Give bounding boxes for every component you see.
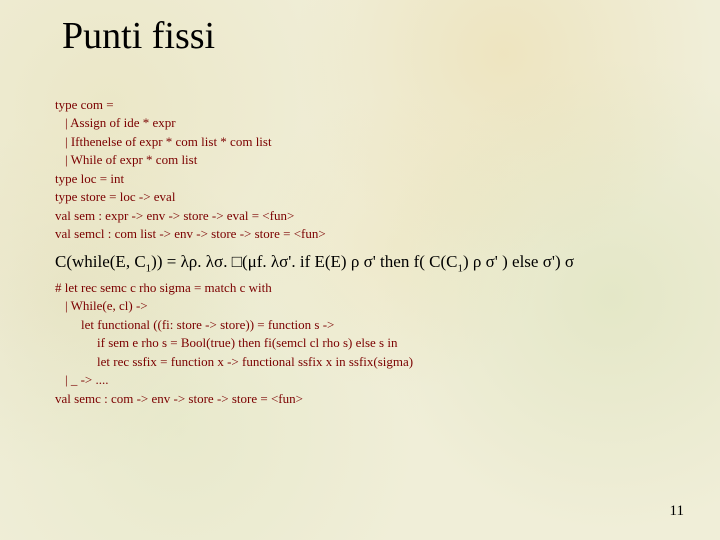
code-block-1: type com = | Assign of ide * expr | Ifth…: [55, 96, 326, 244]
formula-line: C(while(E, C1)) = λρ. λσ. □(μf. λσ'. if …: [55, 252, 574, 274]
formula-part: )) = λρ. λσ. □(μf. λσ'. if E(E) ρ σ' the…: [151, 252, 457, 271]
code-line: if sem e rho s = Bool(true) then fi(semc…: [55, 334, 413, 352]
code-line: type loc = int: [55, 170, 326, 188]
code-line: let rec ssfix = function x -> functional…: [55, 353, 413, 371]
code-line: # let rec semc c rho sigma = match c wit…: [55, 279, 413, 297]
code-line: | Ifthenelse of expr * com list * com li…: [55, 133, 326, 151]
code-line: | Assign of ide * expr: [55, 114, 326, 132]
code-line: val semc : com -> env -> store -> store …: [55, 390, 413, 408]
formula-part: C(while(E, C: [55, 252, 146, 271]
code-line: | _ -> ....: [55, 371, 413, 389]
code-block-2: # let rec semc c rho sigma = match c wit…: [55, 279, 413, 408]
code-line: val semcl : com list -> env -> store -> …: [55, 225, 326, 243]
page-number: 11: [670, 503, 684, 520]
code-line: type com =: [55, 96, 326, 114]
slide-title: Punti fissi: [62, 14, 215, 58]
code-line: let functional ((fi: store -> store)) = …: [55, 316, 413, 334]
code-line: type store = loc -> eval: [55, 188, 326, 206]
code-line: val sem : expr -> env -> store -> eval =…: [55, 207, 326, 225]
code-line: | While(e, cl) ->: [55, 297, 413, 315]
formula-part: ) ρ σ' ) else σ') σ: [463, 252, 574, 271]
code-line: | While of expr * com list: [55, 151, 326, 169]
